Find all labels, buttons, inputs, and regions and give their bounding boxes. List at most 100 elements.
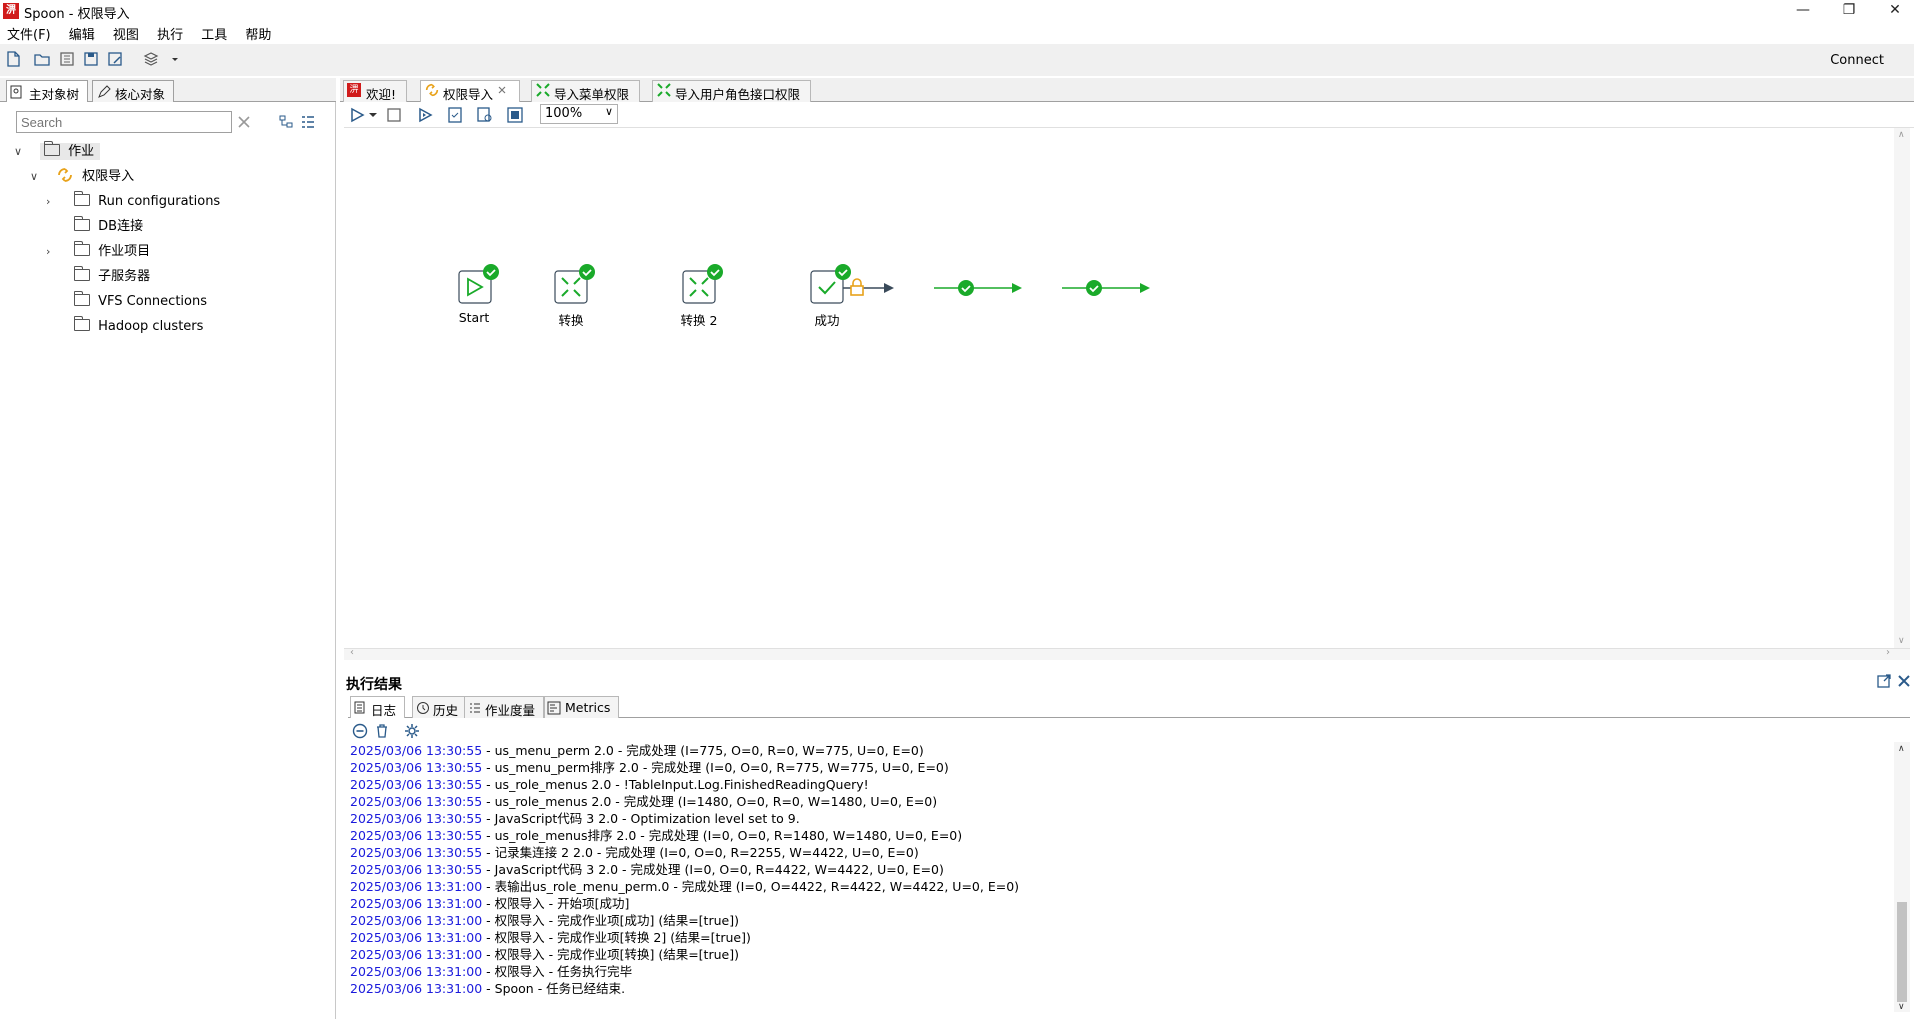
scroll-down-icon[interactable]: ∨: [1898, 636, 1905, 646]
chevron-down-icon[interactable]: ∨: [30, 167, 44, 187]
run-icon[interactable]: [348, 106, 366, 124]
log-timestamp: 2025/03/06 13:31:00: [350, 947, 483, 962]
menu-edit[interactable]: 编辑: [62, 22, 102, 43]
maximize-panel-icon[interactable]: [1876, 673, 1892, 689]
folder-icon: [74, 241, 91, 256]
job-canvas[interactable]: Start 转换 转换 2 成功: [344, 128, 1894, 648]
close-window-button[interactable]: ✕: [1872, 0, 1914, 22]
replay-icon[interactable]: [416, 106, 434, 124]
metrics-icon: [547, 701, 561, 715]
chevron-down-icon: ∨: [604, 105, 613, 118]
menu-help[interactable]: 帮助: [238, 22, 278, 43]
scroll-up-icon[interactable]: ∧: [1898, 744, 1905, 754]
restore-button[interactable]: ❐: [1826, 0, 1872, 22]
job-graph: [458, 264, 1150, 304]
log-timestamp: 2025/03/06 13:30:55: [350, 777, 483, 792]
chevron-right-icon[interactable]: ›: [46, 242, 60, 262]
canvas-horizontal-scrollbar[interactable]: ‹ ›: [344, 647, 1910, 660]
chevron-down-icon[interactable]: ∨: [14, 142, 28, 162]
log-area[interactable]: 2025/03/06 13:30:55 - us_menu_perm 2.0 -…: [348, 742, 1892, 1012]
tree-item-hadoop-clusters[interactable]: Hadoop clusters: [46, 316, 204, 337]
log-message: - JavaScript代码 3 2.0 - 完成处理 (I=0, O=0, R…: [482, 862, 944, 877]
tree-item-label: Hadoop clusters: [98, 319, 204, 334]
search-input[interactable]: [16, 111, 232, 133]
close-tab-icon[interactable]: [497, 85, 507, 95]
log-message: - Spoon - 任务已经结束.: [482, 981, 626, 996]
save-icon[interactable]: [82, 50, 100, 68]
scroll-right-icon[interactable]: ›: [1886, 647, 1890, 658]
folder-icon: [74, 291, 91, 306]
log-message: - 权限导入 - 完成作业项[转换 2] (结果=[true]): [482, 930, 751, 945]
sql-icon[interactable]: [506, 106, 524, 124]
results-header: 执行结果: [344, 668, 1914, 694]
tree-item-job-entries[interactable]: › 作业项目: [46, 241, 150, 262]
main-tree-label: 主对象树: [29, 87, 80, 102]
node-transformation[interactable]: [554, 264, 595, 304]
log-timestamp: 2025/03/06 13:30:55: [350, 845, 483, 860]
lock-icon: [850, 278, 864, 296]
scroll-left-icon[interactable]: ‹: [350, 647, 354, 658]
log-line: 2025/03/06 13:30:55 - us_role_menus 2.0 …: [348, 776, 1892, 793]
log-line: 2025/03/06 13:31:00 - 权限导入 - 完成作业项[成功] (…: [348, 912, 1892, 929]
trash-icon[interactable]: [374, 723, 390, 739]
log-message: - us_menu_perm 2.0 - 完成处理 (I=775, O=0, R…: [482, 743, 924, 758]
connect-button[interactable]: Connect: [1830, 53, 1884, 68]
zoom-value: 100%: [545, 106, 583, 121]
stop-icon[interactable]: [386, 107, 402, 123]
tree-job-row[interactable]: ∨ 权限导入: [30, 167, 134, 187]
zoom-select[interactable]: 100% ∨: [540, 104, 618, 124]
node-success[interactable]: [810, 264, 851, 304]
log-line: 2025/03/06 13:30:55 - us_role_menus 2.0 …: [348, 793, 1892, 810]
explore-repository-icon[interactable]: [58, 50, 76, 68]
tree-item-run-configurations[interactable]: › Run configurations: [46, 191, 221, 212]
scroll-up-icon[interactable]: ∧: [1898, 130, 1905, 140]
menu-file[interactable]: 文件(F): [0, 22, 58, 43]
log-message: - JavaScript代码 3 2.0 - Optimization leve…: [482, 811, 800, 826]
save-as-icon[interactable]: [106, 50, 124, 68]
tree-item-vfs-connections[interactable]: VFS Connections: [46, 291, 207, 312]
results-title: 执行结果: [346, 677, 402, 693]
hop-arrow-icon: [1012, 283, 1022, 293]
clear-log-icon[interactable]: [352, 723, 368, 739]
chevron-right-icon[interactable]: ›: [46, 192, 60, 212]
tree-root-row[interactable]: ∨ 作业: [14, 141, 101, 162]
menu-tools[interactable]: 工具: [194, 22, 234, 43]
chevron-down-icon[interactable]: [368, 110, 378, 120]
minimize-button[interactable]: —: [1780, 0, 1826, 22]
canvas-vertical-scrollbar[interactable]: ∧ ∨: [1894, 128, 1910, 648]
tree-item-slave-servers[interactable]: 子服务器: [46, 266, 150, 287]
log-timestamp: 2025/03/06 13:31:00: [350, 896, 483, 911]
hop-arrow-icon: [884, 283, 894, 293]
node-transformation-2[interactable]: [682, 264, 723, 304]
log-scrollbar-thumb[interactable]: [1897, 902, 1907, 1002]
close-panel-icon[interactable]: [1896, 673, 1912, 689]
tab-import-user-role-permissions[interactable]: 导入用户角色接口权限: [652, 80, 812, 102]
results-tabs: 日志 历史 作业度量 Metrics: [348, 696, 1910, 718]
menu-view[interactable]: 视图: [106, 22, 146, 43]
tree-item-db-connections[interactable]: DB连接: [46, 216, 143, 237]
layers-icon[interactable]: [142, 50, 160, 68]
node-start[interactable]: [458, 264, 499, 304]
collapse-tree-icon[interactable]: [278, 114, 294, 130]
scroll-down-icon[interactable]: ∨: [1898, 1002, 1905, 1012]
menu-run[interactable]: 执行: [150, 22, 190, 43]
log-line: 2025/03/06 13:30:55 - us_menu_perm排序 2.0…: [348, 759, 1892, 776]
analyze-impact-icon[interactable]: [476, 106, 494, 124]
new-file-icon[interactable]: [4, 50, 22, 68]
expand-tree-icon[interactable]: [300, 114, 316, 130]
chevron-down-icon[interactable]: [166, 50, 184, 68]
open-file-icon[interactable]: [33, 50, 51, 68]
check-job-icon[interactable]: [446, 106, 464, 124]
log-message: - us_role_menus 2.0 - !TableInput.Log.Fi…: [482, 777, 869, 792]
log-message: - us_role_menus 2.0 - 完成处理 (I=1480, O=0,…: [482, 794, 938, 809]
settings-gear-icon[interactable]: [404, 723, 420, 739]
log-vertical-scrollbar[interactable]: ∧ ∨: [1894, 742, 1910, 1012]
clear-search-icon[interactable]: [236, 114, 252, 130]
tab-log-label: 日志: [371, 703, 397, 718]
log-timestamp: 2025/03/06 13:30:55: [350, 760, 483, 775]
tree-item-label: Run configurations: [98, 194, 221, 209]
folder-icon: [74, 266, 91, 281]
log-timestamp: 2025/03/06 13:31:00: [350, 879, 483, 894]
log-timestamp: 2025/03/06 13:30:55: [350, 743, 483, 758]
log-message: - 表输出us_role_menu_perm.0 - 完成处理 (I=0, O=…: [482, 879, 1020, 894]
